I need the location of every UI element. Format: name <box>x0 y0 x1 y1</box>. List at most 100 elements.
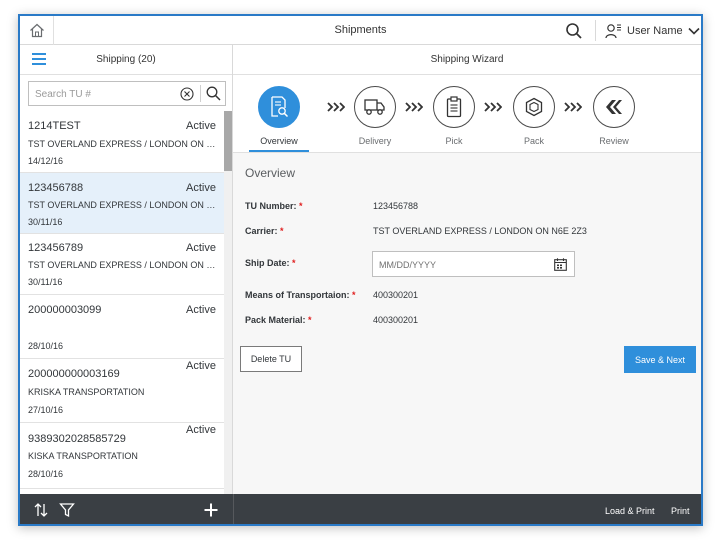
active-step-indicator <box>249 150 309 152</box>
step-circle <box>354 86 396 128</box>
item-status: Active <box>186 182 216 194</box>
clipboard-icon <box>446 96 462 118</box>
sort-icon[interactable] <box>33 502 49 518</box>
means-of-transport-label: Means of Transportaion: * <box>245 290 356 300</box>
step-circle <box>513 86 555 128</box>
item-status: Active <box>186 424 216 436</box>
wizard-step-pick[interactable]: Pick <box>424 86 484 152</box>
master-title: Shipping (20) <box>96 54 156 65</box>
user-name: User Name <box>627 25 683 37</box>
detail-panel: Shipping Wizard Overview Delivery Pick P… <box>233 45 701 494</box>
detail-title: Shipping Wizard <box>430 54 504 65</box>
ship-date-label: Ship Date: * <box>245 258 296 268</box>
item-id: 123456788 <box>28 182 84 194</box>
list-item[interactable]: 123456789 Active TST OVERLAND EXPRESS / … <box>20 234 224 295</box>
list-scrollbar[interactable] <box>224 111 232 494</box>
app-title: Shipments <box>334 24 387 36</box>
ship-date-input[interactable] <box>379 258 529 272</box>
item-date: 28/10/16 <box>28 341 64 351</box>
detail-footer: Load & Print Print <box>233 494 701 524</box>
list-item[interactable]: 123456788 Active TST OVERLAND EXPRESS / … <box>20 173 224 234</box>
required-marker: * <box>280 226 284 236</box>
item-id: 1214TEST <box>28 120 81 132</box>
chevron-right-icon <box>484 102 502 112</box>
print-button[interactable]: Print <box>671 506 690 516</box>
step-circle <box>593 86 635 128</box>
wizard-step-review[interactable]: Review <box>584 86 644 152</box>
item-date: 30/11/16 <box>28 217 63 227</box>
calendar-icon[interactable] <box>554 258 567 271</box>
item-id: 9389302028585729 <box>28 433 126 445</box>
search-icon[interactable] <box>565 22 583 40</box>
item-carrier: TST OVERLAND EXPRESS / LONDON ON N6E 2Z3 <box>28 139 216 149</box>
step-circle <box>433 86 475 128</box>
filter-icon[interactable] <box>59 502 75 518</box>
step-label: Pack <box>523 136 544 146</box>
list-item[interactable]: Active 200000000003169 KRISKA TRANSPORTA… <box>20 359 224 423</box>
review-icon <box>606 100 622 114</box>
item-id: 123456789 <box>28 242 84 254</box>
search-icon[interactable] <box>206 86 221 101</box>
chevron-down-icon <box>688 27 700 35</box>
item-carrier: KISKA TRANSPORTATION <box>28 451 138 461</box>
item-date: 14/12/16 <box>28 156 64 166</box>
wizard-step-overview[interactable]: Overview <box>249 86 309 152</box>
shipment-list: 1214TEST Active TST OVERLAND EXPRESS / L… <box>20 111 224 489</box>
delete-tu-button[interactable]: Delete TU <box>240 346 302 372</box>
save-next-button[interactable]: Save & Next <box>624 346 696 373</box>
list-item[interactable]: Active 9389302028585729 KISKA TRANSPORTA… <box>20 423 224 489</box>
search-divider <box>200 85 201 102</box>
step-label: Pick <box>445 136 463 146</box>
list-item[interactable]: 200000003099 Active 28/10/16 <box>20 295 224 359</box>
master-panel: Shipping (20) 1214TEST Active TST OVERLA… <box>20 45 233 494</box>
chevron-right-icon <box>327 102 345 112</box>
item-status: Active <box>186 304 216 316</box>
chevron-right-icon <box>405 102 423 112</box>
wizard-steps: Overview Delivery Pick Pack Review <box>233 75 701 153</box>
required-marker: * <box>352 290 356 300</box>
load-print-button[interactable]: Load & Print <box>605 506 655 516</box>
step-label: Delivery <box>358 136 392 146</box>
scrollbar-thumb[interactable] <box>224 111 232 171</box>
pack-material-label: Pack Material: * <box>245 315 312 325</box>
carrier-label: Carrier: * <box>245 226 284 236</box>
required-marker: * <box>299 201 303 211</box>
list-item[interactable]: 1214TEST Active TST OVERLAND EXPRESS / L… <box>20 111 224 173</box>
pack-material-value: 400300201 <box>373 315 419 325</box>
user-menu[interactable]: User Name <box>605 22 700 40</box>
detail-header: Shipping Wizard <box>233 45 701 75</box>
tu-number-value: 123456788 <box>373 201 419 211</box>
item-carrier: TST OVERLAND EXPRESS / LONDON ON N6E 2Z3 <box>28 200 216 210</box>
section-title: Overview <box>245 166 296 180</box>
tu-number-label: TU Number: * <box>245 201 303 211</box>
master-header: Shipping (20) <box>20 45 232 75</box>
step-label: Overview <box>260 136 298 146</box>
clear-icon[interactable] <box>180 87 194 101</box>
tu-search-input[interactable] <box>35 86 175 102</box>
step-circle <box>258 86 300 128</box>
wizard-step-pack[interactable]: Pack <box>504 86 564 152</box>
document-search-icon <box>271 96 289 118</box>
add-icon[interactable] <box>203 502 219 518</box>
user-icon <box>605 24 621 39</box>
chevron-right-icon <box>564 102 582 112</box>
item-carrier: KRISKA TRANSPORTATION <box>28 387 145 397</box>
item-status: Active <box>186 242 216 254</box>
item-date: 28/10/16 <box>28 469 64 479</box>
means-of-transport-value: 400300201 <box>373 290 419 300</box>
item-date: 27/10/16 <box>28 405 64 415</box>
ship-date-field <box>372 251 575 277</box>
app-frame: Shipments User Name Shipping (20) Search… <box>18 14 703 526</box>
step-label: Review <box>599 136 629 146</box>
shell-separator <box>595 20 596 41</box>
required-marker: * <box>308 315 312 325</box>
master-footer <box>20 494 233 524</box>
shell-bar: Shipments User Name <box>20 16 701 45</box>
tu-search-field <box>28 81 226 106</box>
package-icon <box>525 97 543 117</box>
item-date: 30/11/16 <box>28 277 63 287</box>
wizard-step-delivery[interactable]: Delivery <box>345 86 405 152</box>
truck-icon <box>364 99 385 115</box>
carrier-value: TST OVERLAND EXPRESS / LONDON ON N6E 2Z3 <box>373 226 587 236</box>
required-marker: * <box>292 258 296 268</box>
